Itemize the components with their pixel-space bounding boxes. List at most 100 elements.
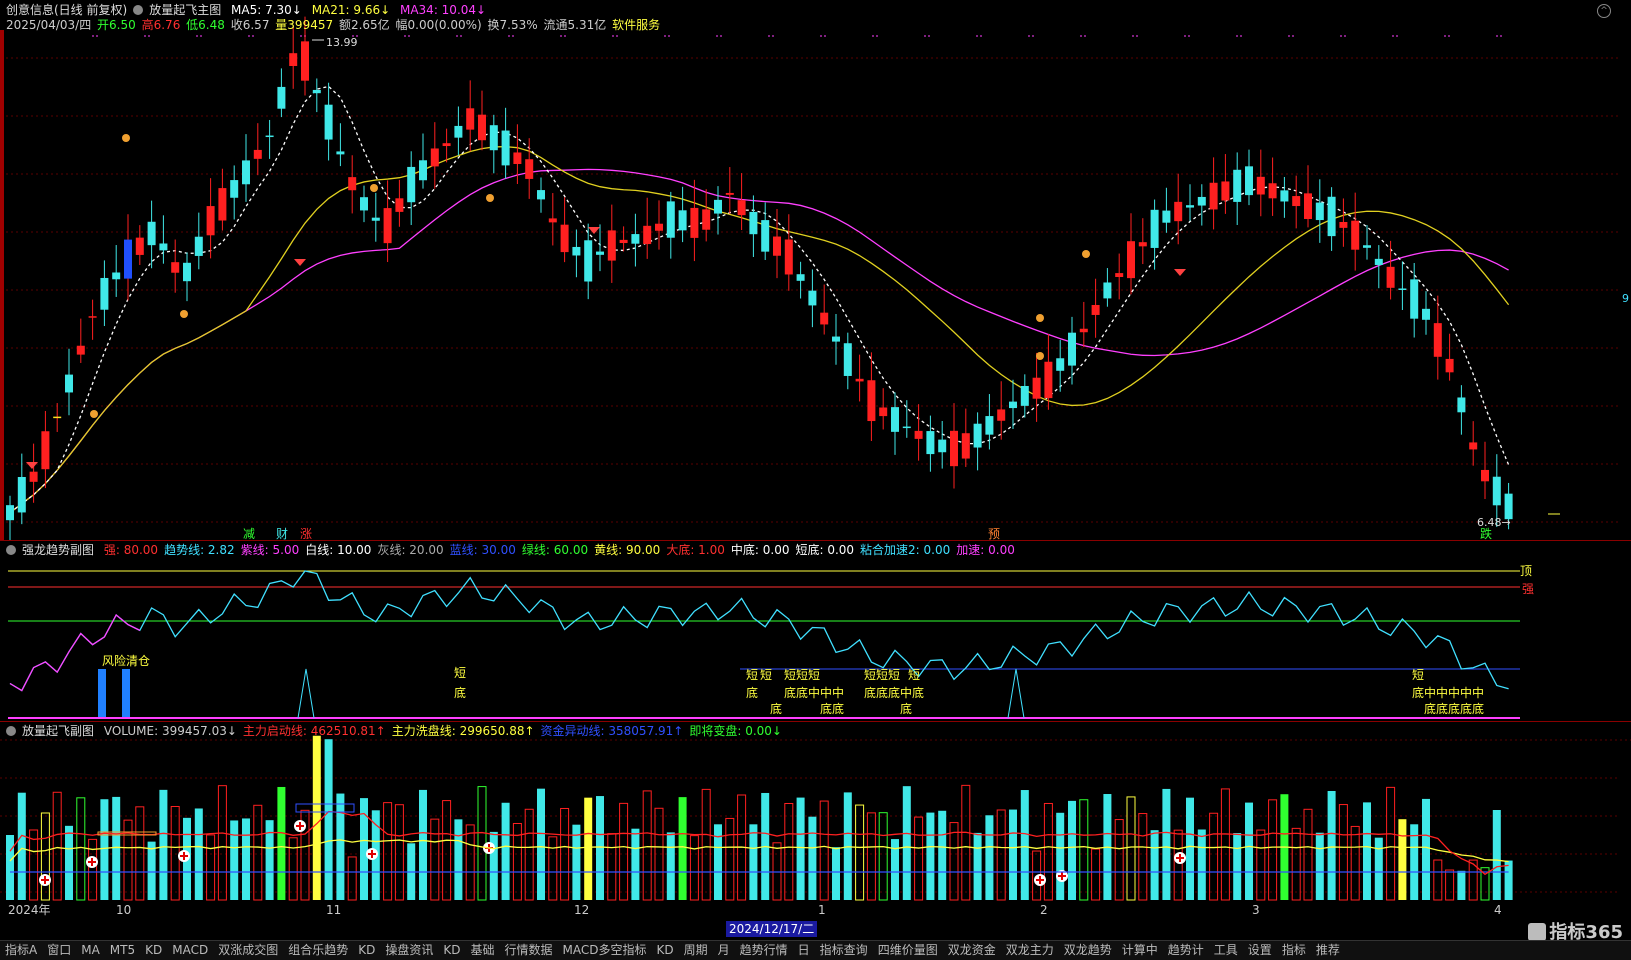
candle-body [301, 41, 309, 81]
candle-body [1162, 210, 1171, 223]
tab-16[interactable]: 月 [713, 943, 735, 957]
indicator-name[interactable]: 放量起飞主图 [149, 3, 221, 17]
bottom-signal-label: 短 [784, 668, 796, 682]
candle-body [1115, 273, 1124, 277]
volume-bar [501, 802, 510, 900]
tab-27[interactable]: 设置 [1243, 943, 1277, 957]
candle-body [454, 125, 463, 138]
main-right-edge-label: 9 [1622, 292, 1629, 305]
tab-18[interactable]: 日 [793, 943, 815, 957]
candle-body [1374, 258, 1383, 265]
tab-20[interactable]: 四维价量图 [873, 943, 943, 957]
volume-bar [1350, 825, 1360, 901]
tab-17[interactable]: 趋势行情 [735, 943, 793, 957]
candle-body [584, 240, 593, 282]
quote-industry[interactable]: 软件服务 [612, 18, 660, 32]
tab-3[interactable]: MT5 [105, 943, 140, 957]
tab-6[interactable]: 双涨成交图 [213, 943, 283, 957]
volume-bar [1338, 804, 1348, 901]
tab-14[interactable]: KD [652, 943, 679, 957]
sub2-title[interactable]: 放量起飞副图 [22, 724, 94, 738]
bottom-signal-label: 中 [820, 685, 832, 700]
tab-9[interactable]: 操盘资讯 [380, 943, 438, 957]
volume-bar [631, 828, 640, 900]
sub1-title[interactable]: 强龙趋势副图 [22, 543, 94, 557]
quote-float: 流通5.31亿 [543, 18, 607, 32]
candle-body [147, 221, 156, 246]
tab-22[interactable]: 双龙主力 [1001, 943, 1059, 957]
candle-body [891, 407, 899, 432]
candle-body [1150, 209, 1159, 248]
sub1-value-10: 短底: 0.00 [795, 543, 855, 557]
volume-bar [40, 812, 50, 901]
tab-8[interactable]: KD [353, 943, 380, 957]
volume-bar [52, 791, 62, 901]
volume-bar [596, 796, 604, 900]
tab-15[interactable]: 周期 [679, 943, 713, 957]
sub2-menu-icon[interactable] [6, 726, 16, 736]
sub1-menu-icon[interactable] [6, 545, 16, 555]
bottom-signal-label: 中 [1424, 685, 1436, 700]
candlestick-chart[interactable]: 13.996.48→减财涨预跌 [0, 0, 1631, 540]
tab-26[interactable]: 工具 [1209, 943, 1243, 957]
candle-body [1056, 358, 1065, 371]
volume-bar [217, 785, 227, 901]
candle-body [360, 197, 368, 211]
main-chart-pane[interactable]: 13.99 6.48→ 减财涨预跌 创意信息(日线 前复权) 放量起飞主图 MA5: … [0, 0, 1631, 541]
candle-body [1481, 469, 1489, 482]
candle-body [277, 86, 286, 109]
plus-v [1039, 876, 1041, 884]
stock-title[interactable]: 创意信息(日线 前复权) [6, 3, 127, 17]
volume-bar [1245, 802, 1253, 900]
tab-23[interactable]: 双龙趋势 [1059, 943, 1117, 957]
volume-bar [312, 735, 321, 900]
tab-0[interactable]: 指标A [0, 943, 42, 957]
price-axis-strip [0, 30, 4, 540]
tab-24[interactable]: 计算中 [1117, 943, 1163, 957]
indicator-menu-icon[interactable] [133, 5, 144, 15]
tab-11[interactable]: 基础 [465, 943, 499, 957]
candle-body [1256, 176, 1265, 195]
candle-body [525, 159, 534, 179]
volume-bar [1374, 837, 1383, 900]
tab-10[interactable]: KD [438, 943, 465, 957]
tab-13[interactable]: MACD多空指标 [558, 943, 652, 957]
tab-1[interactable]: 窗口 [42, 943, 76, 957]
bottom-signal-label: 底 [1472, 701, 1484, 716]
volume-bar [430, 818, 440, 901]
tab-5[interactable]: MACD [167, 943, 213, 957]
diamond-signal-icon [588, 227, 600, 234]
tab-19[interactable]: 指标查询 [815, 943, 873, 957]
tab-29[interactable]: 推荐 [1311, 943, 1345, 957]
volume-subchart[interactable]: 2024年 10 11 12 1 2 3 4 [0, 722, 1631, 940]
candle-body [961, 433, 970, 459]
candle-body [159, 243, 168, 251]
x-axis-label-3: 12 [574, 903, 589, 917]
volume-bar [985, 815, 994, 900]
volume-subchart-pane[interactable]: 2024年 10 11 12 1 2 3 4 放量起飞副图 VOLUME: 399457.03… [0, 722, 1631, 940]
candle-body [218, 188, 227, 221]
tab-28[interactable]: 指标 [1277, 943, 1311, 957]
bottom-signal-label: 底 [1436, 701, 1448, 716]
candle-body [371, 217, 380, 221]
candle-body [973, 423, 982, 448]
volume-bar [1233, 833, 1242, 900]
tab-12[interactable]: 行情数据 [500, 943, 558, 957]
volume-bar [170, 805, 180, 901]
volume-bar [548, 836, 558, 901]
volume-bar [1433, 859, 1443, 901]
trend-subchart[interactable]: 顶强风险清仓短底短 短底底短短短底底中中中底 底短短短短底底底中底底短底中中中中中底… [0, 541, 1631, 721]
tab-7[interactable]: 组合乐趋势 [283, 943, 353, 957]
indicator-tab-bar[interactable]: 指标A 窗口 MA MT5 KD MACD 双涨成交图 组合乐趋势 KD 操盘资讯 KD 基础 行情数据… [0, 940, 1631, 960]
quote-date: 2025/04/03/四 [6, 18, 92, 32]
tab-2[interactable]: MA [76, 943, 105, 957]
candle-body [206, 206, 215, 236]
main-scroll-up-icon[interactable]: ^ [1597, 4, 1611, 18]
tab-25[interactable]: 趋势计 [1163, 943, 1209, 957]
quote-change: 幅0.00(0.00%) [395, 18, 482, 32]
volume-bar [6, 835, 14, 900]
trend-subchart-pane[interactable]: 顶强风险清仓短底短短底底短短短底底中中中底底短短短短底底底中底底短底中中中中中底… [0, 541, 1631, 722]
volume-bar [1492, 810, 1501, 900]
tab-21[interactable]: 双龙资金 [943, 943, 1001, 957]
tab-4[interactable]: KD [140, 943, 167, 957]
